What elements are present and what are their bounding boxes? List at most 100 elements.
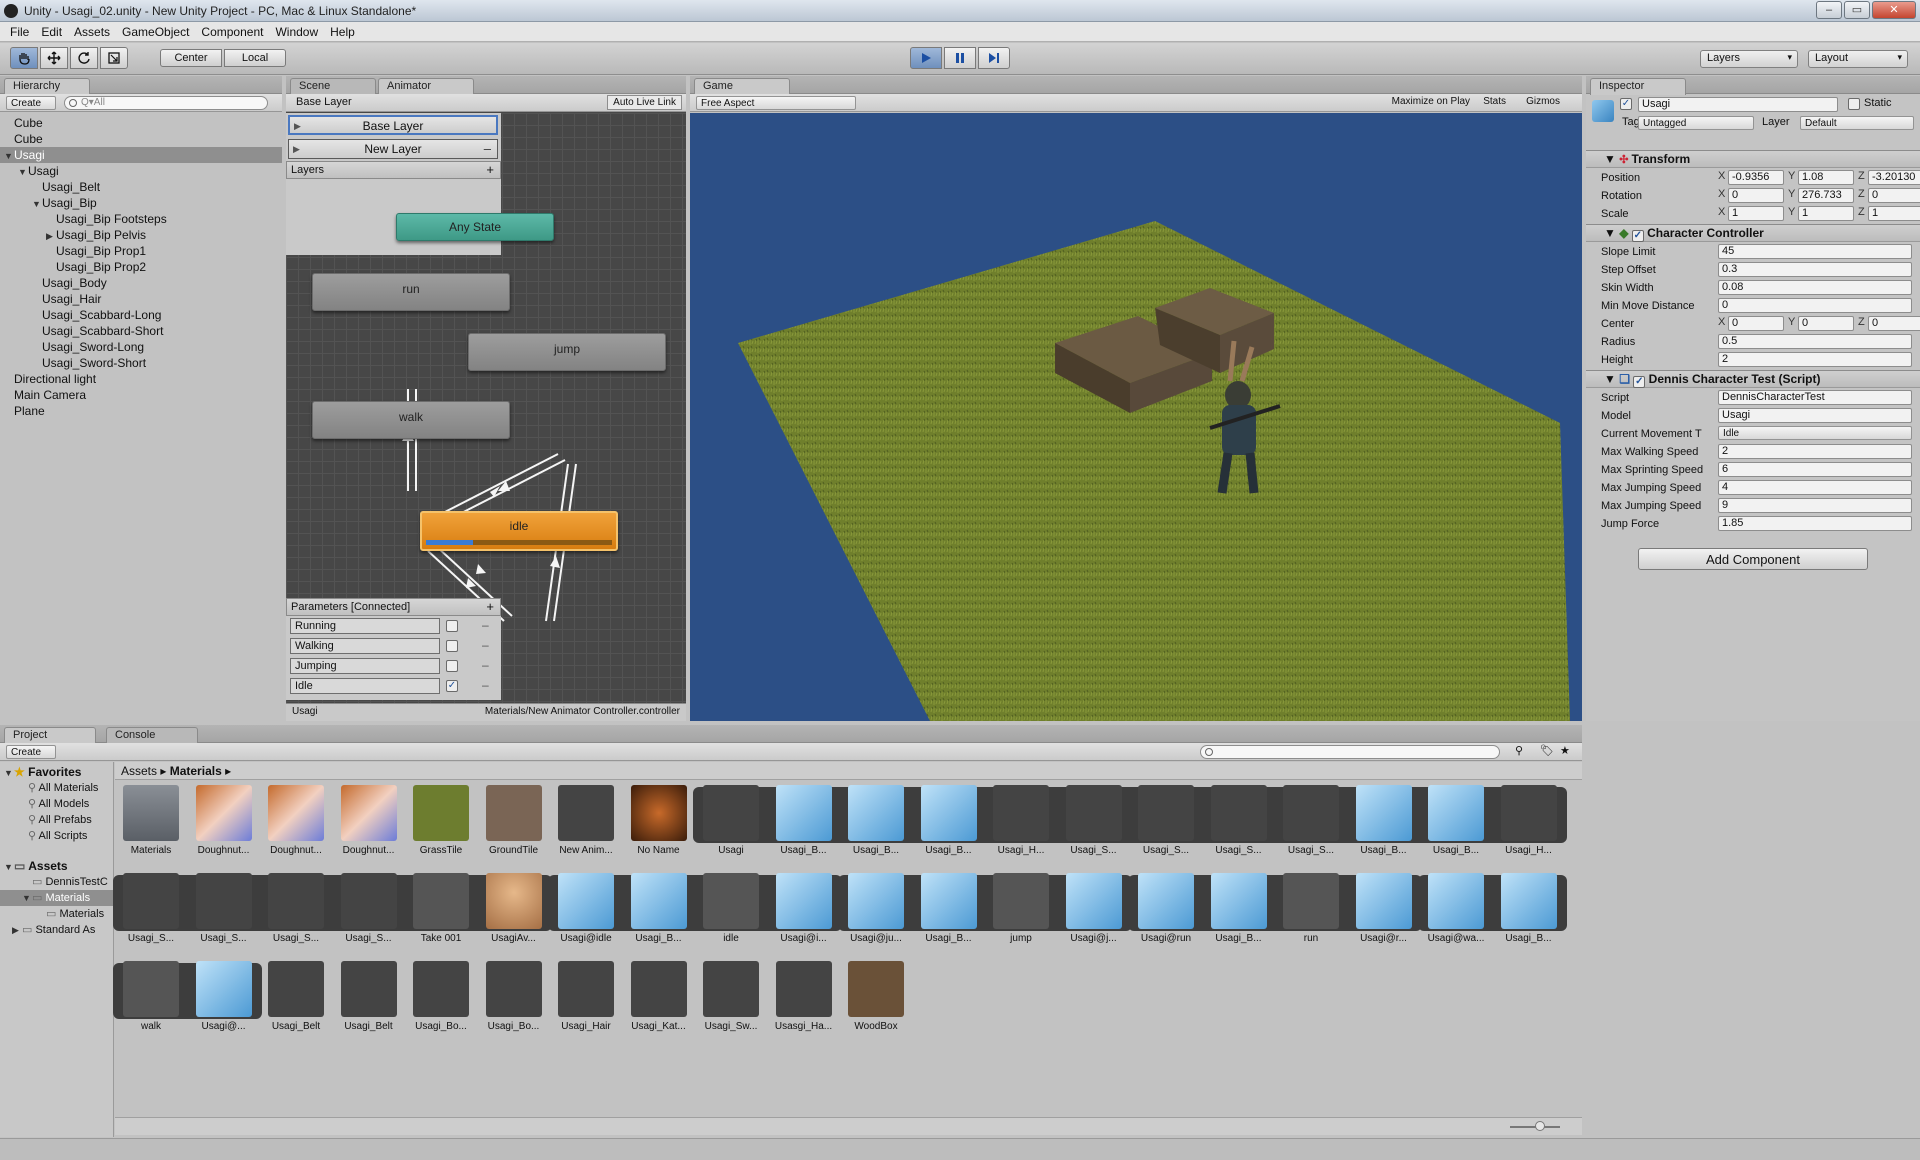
assets-tree-item[interactable]: ▭ Materials — [0, 906, 114, 922]
asset-item[interactable]: Usagi_B... — [1354, 785, 1414, 856]
asset-item[interactable]: GrassTile — [411, 785, 471, 856]
asset-item[interactable]: Usagi@wa... — [1426, 873, 1486, 944]
expand-icon[interactable]: ▼ — [22, 890, 32, 906]
step-button[interactable] — [978, 47, 1010, 69]
field-input[interactable]: 6 — [1718, 462, 1912, 477]
menu-window[interactable]: Window — [269, 25, 324, 39]
asset-item[interactable]: Usagi_S... — [1281, 785, 1341, 856]
favorites-header[interactable]: ▼★ Favorites — [0, 764, 113, 780]
asset-item[interactable]: Usagi_B... — [919, 873, 979, 944]
parameter-checkbox[interactable] — [446, 640, 458, 652]
parameter-checkbox[interactable] — [446, 620, 458, 632]
asset-item[interactable]: Take 001 — [411, 873, 471, 944]
parameter-name-field[interactable]: Running — [290, 618, 440, 634]
field-input[interactable]: 1.85 — [1718, 516, 1912, 531]
state-idle[interactable]: idle — [420, 511, 618, 551]
asset-item[interactable]: Usagi@idle — [556, 873, 616, 944]
assets-tree-item[interactable]: ▭ DennisTestC — [0, 874, 114, 890]
asset-item[interactable]: Usagi_B... — [846, 785, 906, 856]
vector-component-field[interactable]: 0 — [1868, 188, 1920, 203]
asset-item[interactable]: Doughnut... — [339, 785, 399, 856]
hierarchy-item[interactable]: Plane — [0, 403, 282, 419]
scale-tool-button[interactable] — [100, 47, 128, 69]
field-input[interactable]: 45 — [1718, 244, 1912, 259]
layer-dropdown[interactable]: Default — [1800, 116, 1914, 130]
parameter-name-field[interactable]: Jumping — [290, 658, 440, 674]
remove-parameter-button[interactable]: – — [482, 638, 489, 652]
hierarchy-item[interactable]: ▼Usagi_Bip — [0, 195, 282, 211]
active-checkbox[interactable]: ✓ — [1620, 98, 1632, 110]
hierarchy-item[interactable]: Usagi_Bip Prop1 — [0, 243, 282, 259]
vector-component-field[interactable]: 0 — [1728, 188, 1784, 203]
asset-item[interactable]: New Anim... — [556, 785, 616, 856]
asset-item[interactable]: Usagi@r... — [1354, 873, 1414, 944]
expand-icon[interactable]: ▼ — [4, 148, 14, 164]
hierarchy-item[interactable]: Usagi_Hair — [0, 291, 282, 307]
field-input[interactable]: DennisCharacterTest — [1718, 390, 1912, 405]
asset-item[interactable]: Usagi_S... — [121, 873, 181, 944]
asset-item[interactable]: Usagi_S... — [339, 873, 399, 944]
vector-component-field[interactable]: 276.733 — [1798, 188, 1854, 203]
hierarchy-search-input[interactable]: Q▾All — [64, 96, 268, 110]
menu-component[interactable]: Component — [195, 25, 269, 39]
asset-item[interactable]: Materials — [121, 785, 181, 856]
vector-component-field[interactable]: -0.9356 — [1728, 170, 1784, 185]
hierarchy-item[interactable]: ▶ Usagi_Bip Pelvis — [0, 227, 282, 243]
expand-icon[interactable]: ▶ — [46, 228, 56, 244]
filter-label-icon[interactable]: 🏷 — [1540, 744, 1554, 757]
asset-item[interactable]: Usagi_Hair — [556, 961, 616, 1032]
tab-hierarchy[interactable]: Hierarchy — [4, 78, 90, 95]
favorite-star-icon[interactable]: ★ — [1560, 744, 1570, 757]
expand-icon[interactable]: ▶ — [12, 922, 22, 938]
asset-item[interactable]: Usagi_B... — [774, 785, 834, 856]
vector-component-field[interactable]: 1.08 — [1798, 170, 1854, 185]
parameter-name-field[interactable]: Idle — [290, 678, 440, 694]
pause-button[interactable] — [944, 47, 976, 69]
hierarchy-item[interactable]: Usagi_Sword-Short — [0, 355, 282, 371]
asset-item[interactable]: Usagi_B... — [1499, 873, 1559, 944]
asset-item[interactable]: walk — [121, 961, 181, 1032]
asset-item[interactable]: Usagi_Belt — [266, 961, 326, 1032]
breadcrumb-materials[interactable]: Materials — [170, 764, 222, 778]
parameter-checkbox[interactable] — [446, 660, 458, 672]
favorite-item[interactable]: ⚲ All Scripts — [0, 828, 114, 844]
hierarchy-item[interactable]: Main Camera — [0, 387, 282, 403]
aspect-dropdown[interactable]: Free Aspect — [696, 96, 856, 110]
hand-tool-button[interactable] — [10, 47, 38, 69]
layers-dropdown[interactable]: Layers — [1700, 50, 1798, 68]
hierarchy-item[interactable]: Usagi_Scabbard-Short — [0, 323, 282, 339]
vector-component-field[interactable]: 1 — [1868, 206, 1920, 221]
vector-component-field[interactable]: 1 — [1728, 206, 1784, 221]
asset-item[interactable]: Usagi_S... — [194, 873, 254, 944]
hierarchy-item[interactable]: ▼Usagi — [0, 163, 282, 179]
asset-item[interactable]: Usagi_B... — [1209, 873, 1269, 944]
hierarchy-item[interactable]: Usagi_Body — [0, 275, 282, 291]
vector-component-field[interactable]: -3.20130 — [1868, 170, 1920, 185]
favorite-item[interactable]: ⚲ All Models — [0, 796, 114, 812]
script-enabled-checkbox[interactable]: ✓ — [1633, 376, 1646, 388]
menu-help[interactable]: Help — [324, 25, 361, 39]
breadcrumb-assets[interactable]: Assets — [121, 764, 157, 778]
hierarchy-item[interactable]: Cube — [0, 131, 282, 147]
add-component-button[interactable]: Add Component — [1638, 548, 1868, 570]
asset-item[interactable]: UsagiAv... — [484, 873, 544, 944]
hierarchy-item[interactable]: Usagi_Bip Footsteps — [0, 211, 282, 227]
asset-item[interactable]: Usagi_B... — [629, 873, 689, 944]
field-input[interactable]: 9 — [1718, 498, 1912, 513]
gizmos-dropdown[interactable]: Gizmos — [1526, 96, 1560, 107]
layout-dropdown[interactable]: Layout — [1808, 50, 1908, 68]
hierarchy-item[interactable]: ▼Usagi — [0, 147, 282, 163]
asset-item[interactable]: Usagi_B... — [919, 785, 979, 856]
expand-icon[interactable]: ▼ — [32, 196, 42, 212]
asset-item[interactable]: Usagi — [701, 785, 761, 856]
field-input[interactable]: 0.3 — [1718, 262, 1912, 277]
field-input[interactable]: 2 — [1718, 444, 1912, 459]
static-checkbox[interactable] — [1848, 98, 1860, 110]
script-header[interactable]: ▼ ❏ ✓ Dennis Character Test (Script) — [1586, 370, 1920, 388]
asset-item[interactable]: idle — [701, 873, 761, 944]
vector-component-field[interactable]: 0 — [1798, 316, 1854, 331]
menu-edit[interactable]: Edit — [35, 25, 68, 39]
rotate-tool-button[interactable] — [70, 47, 98, 69]
tab-project[interactable]: Project — [4, 727, 96, 744]
stats-toggle[interactable]: Stats — [1483, 96, 1506, 107]
